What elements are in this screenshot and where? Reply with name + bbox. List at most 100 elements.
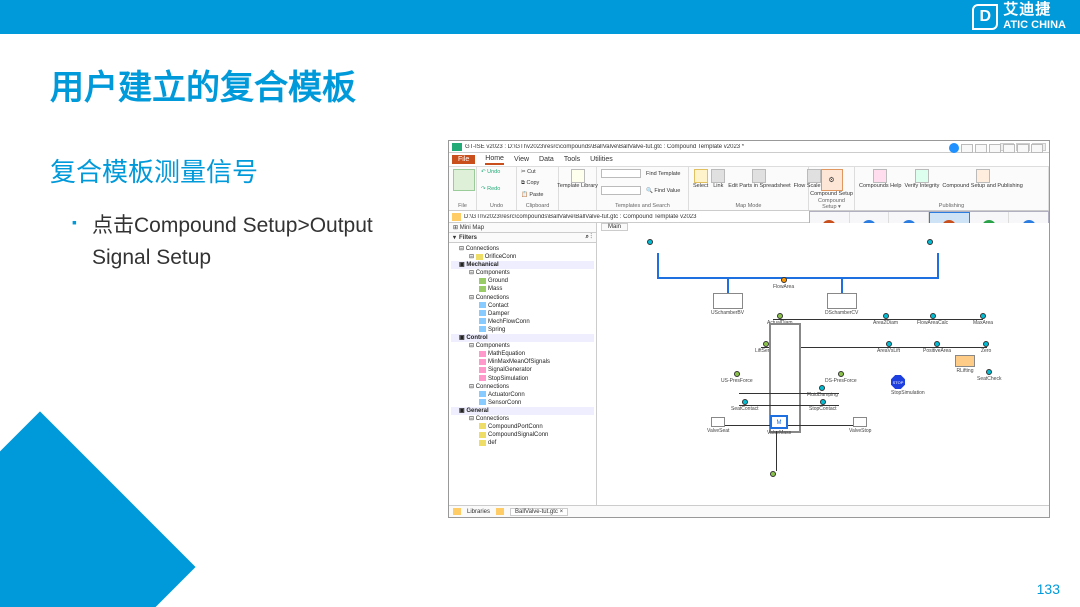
ribbon: File ↶ Undo ↷ Redo Undo ✂ Cut ⧉ Copy 📋 P… <box>449 167 1049 211</box>
rlifting-node[interactable] <box>955 355 975 367</box>
brand-logo: D 艾迪捷 ATIC CHINA <box>972 3 1066 30</box>
tree-node[interactable]: ⊟ Connections <box>451 245 594 253</box>
brand-en: ATIC CHINA <box>1003 19 1066 31</box>
tree-node[interactable]: ▣ Mechanical <box>451 261 594 269</box>
maxarea-node[interactable] <box>980 313 986 319</box>
edit-parts-button[interactable]: Edit Parts in Spreadsheet <box>728 169 790 190</box>
library-tree[interactable]: ⊟ Connections⊟ OrificeConn▣ Mechanical⊟ … <box>449 243 596 505</box>
valveseat-node[interactable] <box>711 417 725 427</box>
clipboard-group-label: Clipboard <box>521 203 554 209</box>
tree-node[interactable]: MinMaxMeanOfSignals <box>451 358 594 366</box>
brand-cn: 艾迪捷 <box>1003 2 1066 19</box>
tree-node[interactable]: ▣ General <box>451 407 594 415</box>
positivearea-node[interactable] <box>934 341 940 347</box>
port-icon[interactable] <box>927 239 933 245</box>
fluiddamping-node[interactable] <box>819 385 825 391</box>
filters-header[interactable]: ▾ Filters⌕ ⋮ <box>449 233 596 243</box>
document-tab[interactable]: BallValve-tut.gtc × <box>510 508 568 516</box>
tree-node[interactable]: def <box>451 439 594 447</box>
tab-home[interactable]: Home <box>485 155 504 165</box>
qat-btn[interactable] <box>1003 144 1015 153</box>
publishing-label: Publishing <box>859 203 1044 209</box>
stop-icon[interactable]: STOP <box>891 375 905 389</box>
tree-node[interactable]: SensorConn <box>451 399 594 407</box>
template-library-button[interactable]: Template Library <box>563 169 592 190</box>
tree-node[interactable]: ⊟ OrificeConn <box>451 253 594 261</box>
tab-utilities[interactable]: Utilities <box>590 156 613 163</box>
file-group-icon[interactable] <box>453 169 475 191</box>
tree-node[interactable]: MathEquation <box>451 350 594 358</box>
slide-title: 用户建立的复合模板 <box>50 60 356 109</box>
libraries-label[interactable]: Libraries <box>467 509 490 515</box>
tree-node[interactable]: Damper <box>451 310 594 318</box>
verify-integrity-button[interactable]: Verify Integrity <box>905 169 940 190</box>
compound-setup-button[interactable]: ⚙ Compound Setup <box>813 169 850 198</box>
tree-node[interactable]: MechFlowConn <box>451 318 594 326</box>
tree-node[interactable]: CompoundPortConn <box>451 423 594 431</box>
folder-icon <box>452 213 461 221</box>
tree-node[interactable]: ⊟ Connections <box>451 294 594 302</box>
header-bar <box>0 0 1080 34</box>
flowarea-node[interactable] <box>781 277 787 283</box>
undo-button[interactable]: Undo <box>487 169 500 175</box>
area2diam-node[interactable] <box>883 313 889 319</box>
tree-node[interactable]: Contact <box>451 302 594 310</box>
tree-node[interactable]: Ground <box>451 277 594 285</box>
compounds-help-button[interactable]: Compounds Help <box>859 169 902 190</box>
dschamber-node[interactable] <box>827 293 857 309</box>
port-icon[interactable] <box>647 239 653 245</box>
app-icon <box>452 143 462 151</box>
left-panel: ⊞ Mini Map ▾ Filters⌕ ⋮ ⊟ Connections⊟ O… <box>449 223 597 505</box>
link-button[interactable]: Link <box>711 169 725 190</box>
file-menu[interactable]: File <box>452 155 475 164</box>
qat-btn[interactable] <box>975 144 987 153</box>
flowareacalc-node[interactable] <box>930 313 936 319</box>
zero-node[interactable] <box>983 341 989 347</box>
qat-btn[interactable] <box>989 144 1001 153</box>
seatcontact-node[interactable] <box>742 399 748 405</box>
tree-node[interactable]: ⊟ Connections <box>451 415 594 423</box>
tree-node[interactable]: SignalGenerator <box>451 366 594 374</box>
qat-btn[interactable] <box>1031 144 1043 153</box>
qat-btn[interactable] <box>961 144 973 153</box>
tab-data[interactable]: Data <box>539 156 554 163</box>
dspresforce-node[interactable] <box>838 371 844 377</box>
main-tab[interactable]: Main <box>601 223 628 231</box>
help-icon[interactable] <box>949 143 959 153</box>
cut-button[interactable]: Cut <box>527 169 536 175</box>
tree-node[interactable]: StopSimulation <box>451 375 594 383</box>
valvemass-node[interactable]: ValveMass <box>767 430 791 436</box>
find-template-label: Find Template <box>646 171 680 177</box>
actualdiam-node[interactable] <box>777 313 783 319</box>
tree-node[interactable]: ⊟ Components <box>451 269 594 277</box>
map-mode-label: Map Mode <box>693 203 804 209</box>
tree-node[interactable]: ActuatorConn <box>451 391 594 399</box>
find-value-button[interactable]: Find Value <box>654 188 680 194</box>
valvestop-node[interactable] <box>853 417 867 427</box>
tree-node[interactable]: ⊟ Components <box>451 342 594 350</box>
compound-setup-publish-button[interactable]: Compound Setup and Publishing <box>942 169 1022 190</box>
stopcontact-node[interactable] <box>820 399 826 405</box>
page-number: 133 <box>1037 581 1060 597</box>
areavslift-node[interactable] <box>886 341 892 347</box>
tree-node[interactable]: Spring <box>451 326 594 334</box>
seatcheck-node[interactable] <box>986 369 992 375</box>
tab-view[interactable]: View <box>514 156 529 163</box>
select-button[interactable]: Select <box>693 169 708 190</box>
minimap-header[interactable]: ⊞ Mini Map <box>449 223 596 233</box>
bottom-port[interactable] <box>770 471 776 477</box>
tree-node[interactable]: ▣ Control <box>451 334 594 342</box>
tree-node[interactable]: CompoundSignalConn <box>451 431 594 439</box>
uspresforce-node[interactable] <box>734 371 740 377</box>
uschamber-node[interactable] <box>713 293 743 309</box>
tree-node[interactable]: ⊟ Connections <box>451 383 594 391</box>
find-value-input[interactable] <box>601 186 641 195</box>
qat-btn[interactable] <box>1017 144 1029 153</box>
tab-tools[interactable]: Tools <box>564 156 580 163</box>
model-canvas[interactable]: Main USchamberBV FlowArea DSchamberCV Ac <box>597 223 1049 505</box>
tree-node[interactable]: Mass <box>451 285 594 293</box>
paste-button[interactable]: Paste <box>529 192 543 198</box>
find-template-input[interactable] <box>601 169 641 178</box>
copy-button[interactable]: Copy <box>526 180 539 186</box>
redo-button[interactable]: Redo <box>487 186 500 192</box>
